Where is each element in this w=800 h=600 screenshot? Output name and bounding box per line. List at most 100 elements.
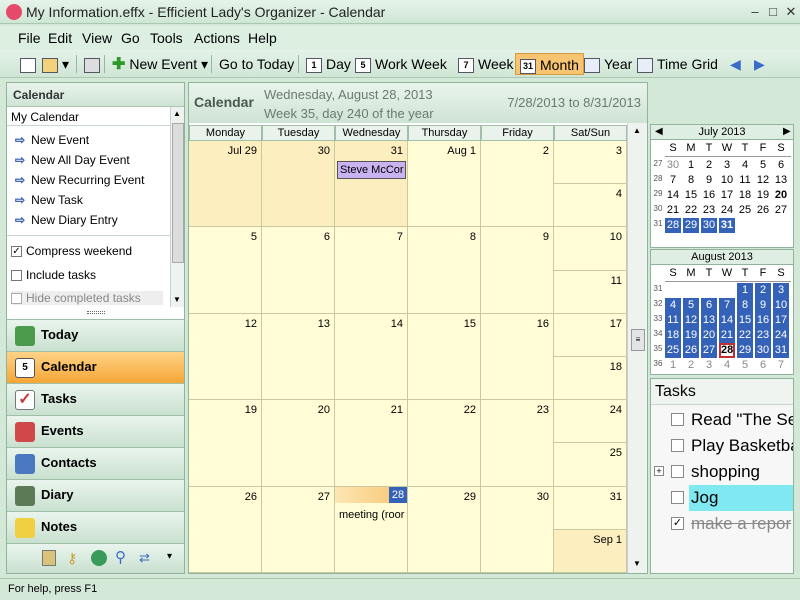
minical-day[interactable]: 24: [719, 203, 735, 218]
minical-day[interactable]: 15: [737, 313, 753, 328]
globe-icon[interactable]: [91, 550, 107, 566]
checkbox-checked-icon[interactable]: ✓: [671, 517, 684, 530]
day-cell[interactable]: 31: [335, 141, 408, 228]
minical-day[interactable]: 7: [719, 298, 735, 313]
day-cell[interactable]: 21: [335, 400, 408, 487]
nav-contacts[interactable]: Contacts: [7, 447, 184, 479]
day-cell[interactable]: 13: [262, 313, 335, 401]
minical-day[interactable]: 7: [665, 173, 681, 188]
day-cell[interactable]: 30: [481, 486, 554, 573]
minimize-button[interactable]: ‒: [748, 5, 762, 19]
nav-calendar[interactable]: 5 Calendar: [7, 351, 184, 383]
day-cell[interactable]: 20: [262, 400, 335, 487]
menu-go[interactable]: Go: [121, 30, 140, 46]
minical-day[interactable]: 8: [737, 298, 753, 313]
calendar-event[interactable]: meeting (roor: [337, 507, 406, 525]
minical-day[interactable]: 25: [737, 203, 753, 218]
menu-actions[interactable]: Actions: [194, 30, 240, 46]
calendar-scrollbar[interactable]: ▲ ≡ ▼: [627, 123, 647, 573]
saturday-cell[interactable]: 17: [554, 313, 627, 357]
day-cell[interactable]: 12: [189, 313, 262, 401]
work-week-view-button[interactable]: 5 Work Week: [351, 53, 451, 75]
day-cell[interactable]: Aug 1: [408, 141, 481, 228]
new-task-link[interactable]: ⇨ New Task: [15, 193, 83, 207]
go-to-today-button[interactable]: Go to Today: [215, 53, 298, 75]
minical-day[interactable]: 16: [755, 313, 771, 328]
menu-edit[interactable]: Edit: [48, 30, 72, 46]
minical-day[interactable]: 21: [665, 203, 681, 218]
minical-day[interactable]: 13: [701, 313, 717, 328]
saturday-cell[interactable]: 10: [554, 227, 627, 271]
minical-day[interactable]: 3: [719, 158, 735, 173]
expand-icon[interactable]: +: [654, 466, 664, 476]
minical-day[interactable]: 23: [755, 328, 771, 343]
minical-day[interactable]: 14: [665, 188, 681, 203]
minical-day[interactable]: 4: [737, 158, 753, 173]
minical-day[interactable]: 12: [683, 313, 699, 328]
minical-day[interactable]: 27: [701, 343, 717, 358]
scroll-down-icon[interactable]: ▼: [633, 559, 641, 568]
minical-day[interactable]: 14: [719, 313, 735, 328]
minical-day[interactable]: 2: [701, 158, 717, 173]
nav-today[interactable]: Today: [7, 319, 184, 351]
minical-day[interactable]: 19: [755, 188, 771, 203]
minical-day[interactable]: 2: [683, 358, 699, 373]
minical-day[interactable]: 8: [683, 173, 699, 188]
minical-day[interactable]: 3: [773, 283, 789, 298]
day-cell[interactable]: 28: [335, 486, 408, 573]
previous-arrow-icon[interactable]: ◀: [726, 53, 745, 75]
month-view-button[interactable]: 31 Month: [515, 53, 584, 75]
minical-day[interactable]: 9: [755, 298, 771, 313]
minical-day[interactable]: 9: [701, 173, 717, 188]
minical-day[interactable]: 28: [665, 218, 681, 233]
minical-day[interactable]: 4: [719, 358, 735, 373]
day-cell[interactable]: 29: [408, 486, 481, 573]
minical-day[interactable]: 10: [719, 173, 735, 188]
sunday-cell[interactable]: 4: [554, 184, 627, 228]
minical-day[interactable]: 18: [737, 188, 753, 203]
minical-day[interactable]: 26: [683, 343, 699, 358]
minical-day[interactable]: 28: [719, 343, 735, 358]
minical-day[interactable]: 16: [701, 188, 717, 203]
day-cell[interactable]: 2: [481, 141, 554, 228]
day-cell[interactable]: Jul 29: [189, 141, 262, 228]
minical-day[interactable]: 2: [755, 283, 771, 298]
menu-help[interactable]: Help: [248, 30, 277, 46]
minical-next-icon[interactable]: ▶: [783, 126, 791, 137]
minical-day[interactable]: 6: [773, 158, 789, 173]
saturday-cell[interactable]: 31: [554, 486, 627, 530]
minical-day[interactable]: 31: [773, 343, 789, 358]
compress-weekend-checkbox[interactable]: ✓ Compress weekend: [11, 244, 132, 258]
day-cell[interactable]: 7: [335, 227, 408, 314]
minical-day[interactable]: 20: [773, 188, 789, 203]
key-icon[interactable]: ⚷: [67, 550, 77, 567]
sunday-cell[interactable]: 11: [554, 270, 627, 314]
minical-day[interactable]: 5: [683, 298, 699, 313]
minical-day[interactable]: 31: [719, 218, 735, 233]
more-dropdown-icon[interactable]: ▾: [167, 551, 172, 562]
calendar-event[interactable]: Steve McCor: [337, 161, 406, 179]
day-cell[interactable]: 5: [189, 227, 262, 314]
minical-day[interactable]: 21: [719, 328, 735, 343]
day-cell[interactable]: 26: [189, 486, 262, 573]
new-all-day-event-link[interactable]: ⇨ New All Day Event: [15, 153, 130, 167]
minical-day[interactable]: 11: [665, 313, 681, 328]
week-view-button[interactable]: 7 Week: [454, 53, 518, 75]
minical-day[interactable]: 23: [701, 203, 717, 218]
minical-day[interactable]: 11: [737, 173, 753, 188]
minical-day[interactable]: 22: [683, 203, 699, 218]
nav-events[interactable]: Events: [7, 415, 184, 447]
checkbox-icon[interactable]: [671, 413, 684, 426]
left-panel-scrollbar[interactable]: ▲ ▼: [170, 107, 184, 307]
day-view-button[interactable]: 1 Day: [302, 53, 355, 75]
minical-day[interactable]: 17: [773, 313, 789, 328]
minical-day[interactable]: 1: [665, 358, 681, 373]
sunday-cell[interactable]: Sep 1: [554, 529, 627, 573]
minical-day[interactable]: 1: [683, 158, 699, 173]
minical-day[interactable]: 10: [773, 298, 789, 313]
day-cell[interactable]: 30: [262, 141, 335, 228]
include-tasks-checkbox[interactable]: Include tasks: [11, 268, 96, 282]
open-button[interactable]: ▾: [38, 53, 73, 75]
minical-day[interactable]: 30: [665, 158, 681, 173]
day-cell[interactable]: 16: [481, 313, 554, 401]
